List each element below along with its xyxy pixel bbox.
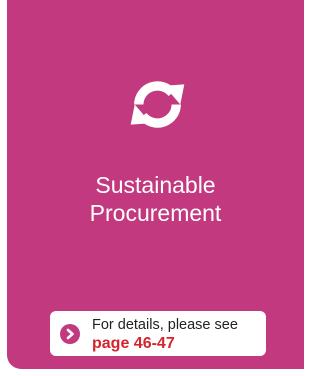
reference-page-link[interactable]: page 46-47	[92, 335, 175, 353]
card-title-line-2: Procurement	[89, 200, 222, 226]
page-reference-link[interactable]: For details, please see page 46-47	[50, 311, 266, 356]
card-title-line-1: Sustainable	[95, 172, 216, 198]
refresh-cycle-icon	[124, 71, 191, 138]
reference-text: For details, please see	[92, 317, 238, 333]
sustainable-procurement-card: Sustainable Procurement For details, ple…	[7, 0, 304, 369]
card-title: Sustainable Procurement	[7, 171, 304, 227]
chevron-right-icon	[60, 324, 80, 344]
